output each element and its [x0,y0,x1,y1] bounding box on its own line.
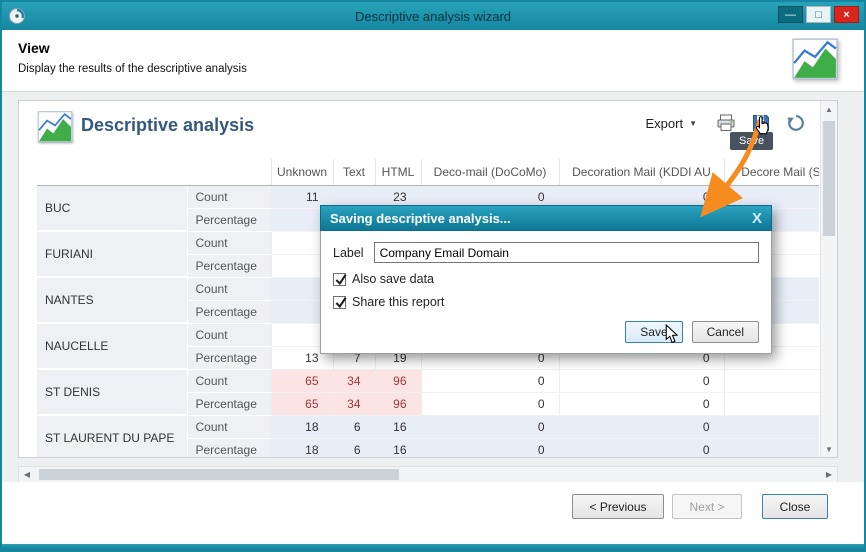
footer: < Previous Next > Close [2,482,864,544]
titlebar[interactable]: Descriptive analysis wizard — □ × [2,2,864,30]
corner-cell [37,159,187,186]
wizard-window: Descriptive analysis wizard — □ × View D… [0,0,866,552]
minimize-button[interactable]: — [778,6,803,23]
dialog-close-icon[interactable]: X [752,211,762,226]
value-cell: 0 [420,369,559,393]
value-cell: 34 [332,369,375,393]
stat-cell: Count [186,323,271,347]
window-title: Descriptive analysis wizard [354,8,512,24]
horizontal-scrollbar[interactable]: ◀ ▶ [18,466,838,483]
print-icon[interactable] [716,113,736,133]
value-cell [723,415,819,439]
value-cell: 34 [332,392,375,416]
dialog-title: Saving descriptive analysis... [330,210,511,226]
value-cell [723,392,819,416]
value-cell [723,438,819,457]
city-cell: NANTES [37,277,187,324]
value-cell: 0 [558,392,724,416]
value-cell: 18 [270,415,333,439]
value-cell: 0 [558,415,724,439]
value-cell [723,369,819,393]
value-cell: 96 [374,369,421,393]
city-cell: FURIANI [37,231,187,278]
value-cell: 0 [558,438,724,457]
chart-icon [37,111,73,143]
vertical-scroll-thumb[interactable] [823,121,835,236]
dialog-body: Label Also save data Share this report S… [320,231,772,354]
chevron-down-icon: ▼ [689,118,697,128]
corner-cell [187,159,271,186]
value-cell: 96 [374,392,421,416]
column-header: HTML [374,159,421,186]
stat-cell: Count [186,415,271,439]
stat-cell: Percentage [186,208,271,232]
close-button[interactable]: Close [762,494,828,519]
stat-cell: Percentage [186,392,271,416]
column-header: Deco-mail (DoCoMo) [420,159,559,186]
value-cell: 0 [420,415,559,439]
city-cell: ST LAURENT DU PAPE [37,415,187,457]
city-cell: ST DENIS [37,369,187,416]
dialog-cancel-button[interactable]: Cancel [691,321,759,343]
value-cell: 65 [270,369,333,393]
maximize-button[interactable]: □ [806,6,831,23]
save-icon[interactable] [751,113,771,133]
share-report-label: Share this report [352,295,445,309]
toolbar: Export ▼ [642,113,807,133]
also-save-data-label: Also save data [352,272,434,286]
value-cell: 6 [332,415,375,439]
value-cell: 16 [374,415,421,439]
next-button: Next > [672,494,742,519]
close-window-button[interactable]: × [834,6,859,23]
refresh-icon[interactable] [786,113,806,133]
value-cell: 0 [420,392,559,416]
share-report-checkbox[interactable] [333,295,347,309]
scroll-right-icon[interactable]: ▶ [821,467,837,482]
dialog-titlebar[interactable]: Saving descriptive analysis... X [320,205,772,231]
column-header: Unknown [270,159,333,186]
stat-cell: Percentage [186,438,271,457]
label-input[interactable] [373,242,759,263]
city-cell: BUC [37,185,187,232]
label-caption: Label [333,245,364,260]
column-header: Decore Mail (So [723,159,819,186]
vertical-scrollbar[interactable]: ▲ ▼ [820,101,837,457]
horizontal-scroll-thumb[interactable] [39,469,399,480]
city-cell: NAUCELLE [37,323,187,370]
table-row: ST DENIS Count 65 34 96 0 0 [37,369,819,416]
window-bottom-border [2,544,864,550]
dialog-save-button[interactable]: Save [625,321,683,343]
scroll-up-icon[interactable]: ▲ [821,101,837,117]
panel-title: Descriptive analysis [81,115,255,135]
page-subtitle: Display the results of the descriptive a… [18,63,247,75]
stat-cell: Count [186,231,271,255]
column-header: Text [332,159,375,186]
stat-cell: Percentage [186,254,271,278]
stat-cell: Count [186,185,271,209]
save-tooltip: Save [730,132,774,150]
value-cell: 16 [374,438,421,457]
previous-button[interactable]: < Previous [572,494,664,519]
value-cell: 0 [420,438,559,457]
scroll-left-icon[interactable]: ◀ [19,467,35,482]
also-save-data-checkbox[interactable] [333,272,347,286]
value-cell: 18 [270,438,333,457]
page-title: View [18,40,50,56]
view-header: View Display the results of the descript… [2,30,864,92]
scroll-down-icon[interactable]: ▼ [821,441,837,457]
value-cell: 0 [558,369,724,393]
value-cell: 6 [332,438,375,457]
stat-cell: Percentage [186,346,271,370]
export-label: Export [645,115,684,131]
panel-header: Descriptive analysis Export ▼ [19,101,820,159]
save-dialog: Saving descriptive analysis... X Label A… [320,205,772,354]
stat-cell: Percentage [186,300,271,324]
chart-icon [792,38,838,80]
table-row: ST LAURENT DU PAPE Count 18 6 16 0 0 [37,415,819,457]
stat-cell: Count [186,369,271,393]
column-header: Decoration Mail (KDDI AU [558,159,724,186]
export-button[interactable]: Export ▼ [642,114,702,133]
stat-cell: Count [186,277,271,301]
value-cell: 65 [270,392,333,416]
